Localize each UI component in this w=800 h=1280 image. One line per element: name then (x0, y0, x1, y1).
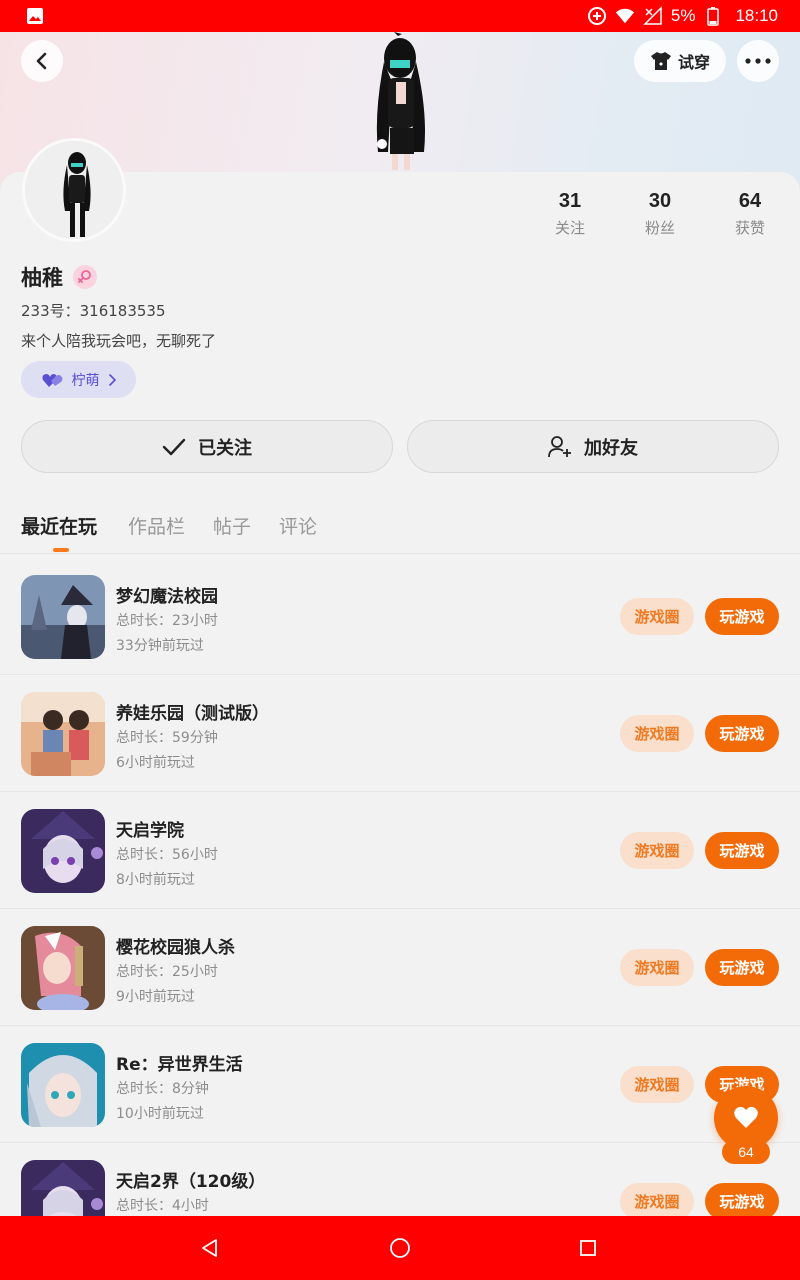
game-row[interactable]: Re：异世界生活 总时长：8分钟 10小时前玩过 游戏圈 玩游戏 (0, 1026, 800, 1143)
female-icon (73, 265, 97, 289)
profile-stats: 31 关注 30 粉丝 64 获赞 (525, 190, 795, 238)
add-friend-label: 加好友 (584, 437, 638, 459)
nav-home-icon[interactable] (388, 1236, 412, 1260)
profile-tabs: 最近在玩 作品栏 帖子 评论 (0, 500, 800, 554)
stat-label: 关注 (554, 219, 585, 237)
play-game-button[interactable]: 玩游戏 (705, 715, 779, 752)
nickname: 柚稚 (21, 266, 63, 290)
user-bio: 来个人陪我玩会吧，无聊死了 (21, 332, 217, 350)
play-game-button[interactable]: 玩游戏 (705, 949, 779, 986)
followed-label: 已关注 (198, 437, 252, 459)
signal-icon (643, 6, 663, 26)
checkmark-icon (162, 438, 186, 455)
chevron-left-icon (36, 52, 47, 70)
stat-label: 获赞 (734, 219, 765, 237)
more-dots-icon (745, 58, 771, 64)
game-circle-button[interactable]: 游戏圈 (620, 1066, 694, 1103)
game-icon[interactable] (21, 692, 105, 776)
game-icon[interactable] (21, 1043, 105, 1127)
recent-games-list: 梦幻魔法校园 总时长：23小时 33分钟前玩过 游戏圈 玩游戏 养娃乐园（测试版… (0, 558, 800, 1260)
play-game-button[interactable]: 玩游戏 (705, 598, 779, 635)
play-game-button[interactable]: 玩游戏 (705, 832, 779, 869)
game-circle-button[interactable]: 游戏圈 (620, 598, 694, 635)
profile-tag-label: 柠萌 (71, 372, 100, 389)
game-name: 养娃乐园（测试版） (116, 704, 269, 724)
game-name: Re：异世界生活 (116, 1055, 243, 1075)
clock: 18:10 (735, 6, 778, 25)
user-id: 233号：316183535 (21, 302, 166, 320)
game-duration: 总时长：23小时 (116, 613, 218, 629)
more-options-button[interactable] (737, 40, 779, 82)
game-row[interactable]: 樱花校园狼人杀 总时长：25小时 9小时前玩过 游戏圈 玩游戏 (0, 909, 800, 1026)
game-icon[interactable] (21, 926, 105, 1010)
game-circle-button[interactable]: 游戏圈 (620, 1183, 694, 1220)
game-icon[interactable] (21, 575, 105, 659)
nav-back-icon[interactable] (198, 1236, 222, 1260)
stat-likes[interactable]: 64 获赞 (705, 190, 795, 238)
game-duration: 总时长：56小时 (116, 847, 218, 863)
system-nav-bar (0, 1216, 800, 1280)
double-heart-icon (41, 373, 62, 387)
game-circle-button[interactable]: 游戏圈 (620, 832, 694, 869)
game-duration: 总时长：8分钟 (116, 1081, 209, 1097)
battery-icon (703, 6, 723, 26)
avatar[interactable] (22, 138, 126, 242)
game-circle-button[interactable]: 游戏圈 (620, 715, 694, 752)
image-notification-icon (26, 7, 44, 25)
game-row[interactable]: 天启学院 总时长：56小时 8小时前玩过 游戏圈 玩游戏 (0, 792, 800, 909)
stat-number: 30 (648, 190, 672, 212)
game-last-played: 33分钟前玩过 (116, 638, 204, 654)
heart-icon (734, 1106, 758, 1128)
try-on-label: 试穿 (677, 53, 710, 72)
game-name: 梦幻魔法校园 (116, 587, 218, 607)
game-last-played: 8小时前玩过 (116, 872, 195, 888)
game-last-played: 6小时前玩过 (116, 755, 195, 771)
profile-tag[interactable]: 柠萌 (21, 361, 136, 398)
stat-number: 64 (738, 190, 762, 212)
game-name: 天启2界（120级） (116, 1172, 266, 1192)
stat-number: 31 (558, 190, 582, 212)
wifi-icon (615, 6, 635, 26)
stat-followers[interactable]: 30 粉丝 (615, 190, 705, 238)
game-last-played: 10小时前玩过 (116, 1106, 204, 1122)
tab-works[interactable]: 作品栏 (128, 512, 185, 539)
game-duration: 总时长：59分钟 (116, 730, 218, 746)
tab-posts[interactable]: 帖子 (213, 512, 251, 539)
avatar-3d-figure (358, 32, 444, 172)
tab-recently-played[interactable]: 最近在玩 (21, 512, 97, 539)
stat-following[interactable]: 31 关注 (525, 190, 615, 238)
active-tab-indicator (53, 548, 69, 552)
game-last-played: 9小时前玩过 (116, 989, 195, 1005)
game-duration: 总时长：4小时 (116, 1198, 209, 1214)
nav-recents-icon[interactable] (576, 1236, 600, 1260)
game-duration: 总时长：25小时 (116, 964, 218, 980)
game-circle-button[interactable]: 游戏圈 (620, 949, 694, 986)
back-button[interactable] (21, 40, 63, 82)
battery-percent: 5% (670, 6, 696, 25)
like-count-badge: 64 (722, 1140, 770, 1164)
status-bar: 5% 18:10 (0, 0, 800, 32)
stat-label: 粉丝 (644, 219, 675, 237)
add-friend-button[interactable]: 加好友 (407, 420, 779, 473)
data-saver-icon (587, 6, 607, 26)
tab-comments[interactable]: 评论 (279, 512, 317, 539)
followed-button[interactable]: 已关注 (21, 420, 393, 473)
game-name: 樱花校园狼人杀 (116, 938, 235, 958)
game-icon[interactable] (21, 809, 105, 893)
try-on-button[interactable]: 试穿 (634, 40, 726, 82)
tshirt-icon (650, 52, 671, 70)
game-row[interactable]: 养娃乐园（测试版） 总时长：59分钟 6小时前玩过 游戏圈 玩游戏 (0, 675, 800, 792)
play-game-button[interactable]: 玩游戏 (705, 1183, 779, 1220)
add-friend-icon (548, 435, 571, 457)
game-row[interactable]: 梦幻魔法校园 总时长：23小时 33分钟前玩过 游戏圈 玩游戏 (0, 558, 800, 675)
game-name: 天启学院 (116, 821, 184, 841)
nickname-row: 柚稚 (21, 262, 97, 292)
chevron-right-icon (108, 373, 116, 386)
